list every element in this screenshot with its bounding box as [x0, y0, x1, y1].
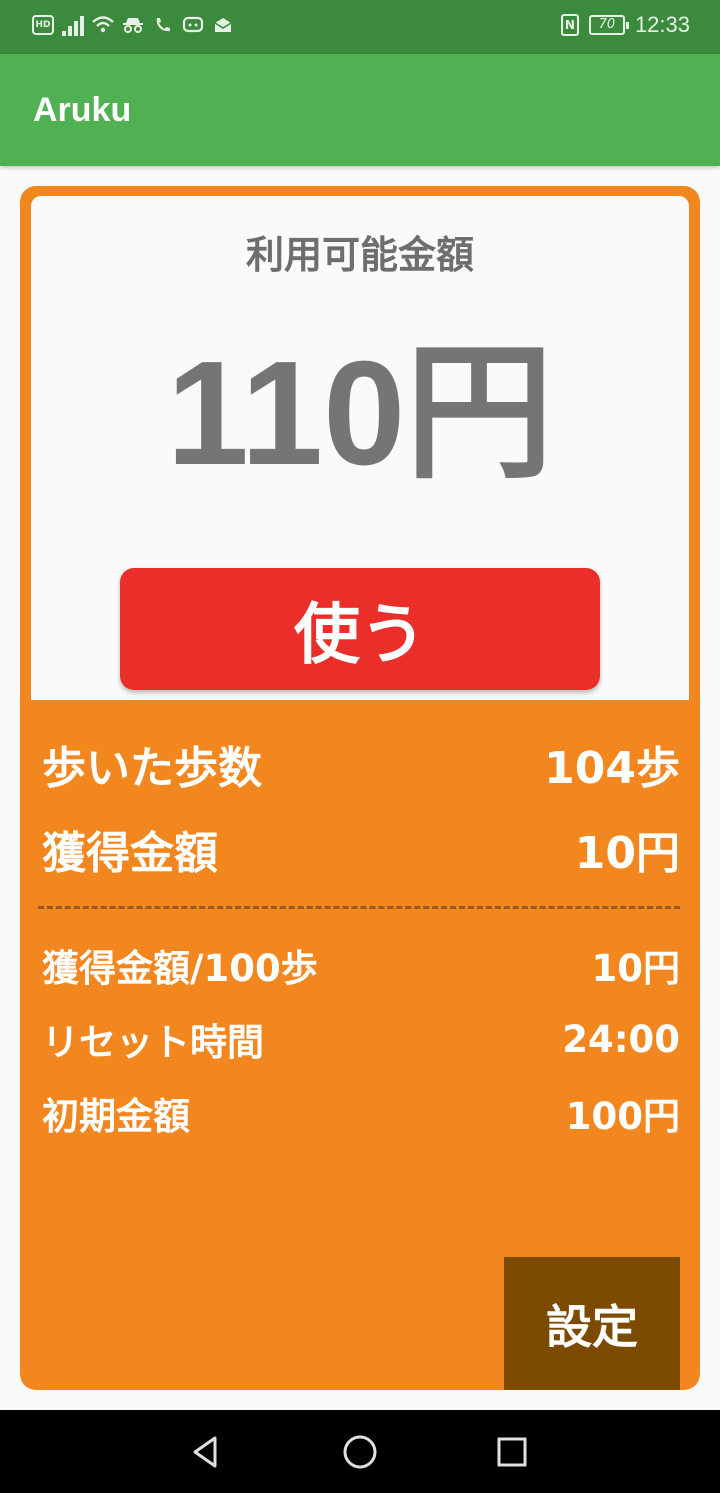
- initial-amount-row: 初期金額 100円: [42, 1088, 680, 1138]
- dashed-divider: [38, 906, 680, 909]
- back-icon[interactable]: [184, 1430, 228, 1474]
- battery-icon: 70: [588, 15, 629, 35]
- earned-row: 獲得金額 10円: [42, 819, 680, 879]
- signal-icon: [62, 14, 84, 36]
- status-time: 12:33: [634, 12, 690, 37]
- initial-amount-value: 100円: [565, 1095, 680, 1138]
- main-card: 利用可能金額 110円 使う 歩いた歩数 104歩 獲得金額 10円 獲得金額/…: [20, 186, 700, 1390]
- available-amount-value: 110円: [166, 331, 554, 496]
- call-icon: [152, 14, 174, 36]
- initial-amount-label: 初期金額: [42, 1095, 190, 1138]
- reset-time-label: リセット時間: [42, 1021, 264, 1064]
- chat-icon: [182, 14, 204, 36]
- app-title: Aruku: [33, 91, 132, 129]
- reset-time-value: 24:00: [562, 1017, 680, 1061]
- app-bar: Aruku: [0, 54, 720, 166]
- earned-label: 獲得金額: [42, 828, 218, 879]
- navigation-bar: [0, 1410, 720, 1493]
- available-amount-label: 利用可能金額: [245, 233, 474, 277]
- battery-level: 70: [598, 17, 616, 32]
- hd-icon: HD: [32, 15, 54, 35]
- use-button[interactable]: 使う: [120, 568, 600, 690]
- rate-label: 獲得金額/100歩: [42, 947, 318, 990]
- recents-icon[interactable]: [490, 1430, 534, 1474]
- home-icon[interactable]: [338, 1430, 382, 1474]
- settings-button[interactable]: 設定: [504, 1257, 680, 1390]
- balance-panel: 利用可能金額 110円 使う: [31, 196, 689, 700]
- steps-value: 104歩: [544, 743, 680, 794]
- steps-label: 歩いた歩数: [42, 743, 262, 794]
- incognito-icon: [122, 14, 144, 36]
- reset-time-row: リセット時間 24:00: [42, 1014, 680, 1065]
- steps-row: 歩いた歩数 104歩: [42, 734, 680, 794]
- earned-value: 10円: [574, 828, 680, 879]
- rate-value: 10円: [591, 947, 681, 990]
- rate-row: 獲得金額/100歩 10円: [42, 940, 680, 990]
- nfc-icon: N: [560, 14, 579, 36]
- wifi-icon: [92, 14, 114, 36]
- status-bar: HD N 70 12:33: [0, 0, 720, 54]
- mail-icon: [212, 14, 234, 36]
